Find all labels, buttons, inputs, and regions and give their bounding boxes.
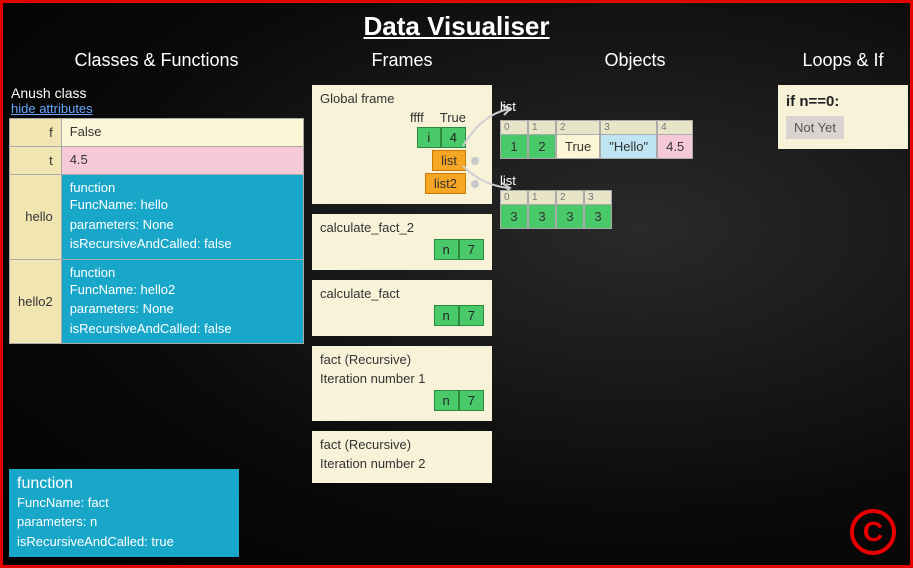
- var-val: 7: [459, 390, 484, 411]
- function-line: parameters: None: [70, 299, 295, 319]
- function-line: isRecursiveAndCalled: false: [70, 319, 295, 339]
- var-key: i: [417, 127, 441, 148]
- hide-attributes-link[interactable]: hide attributes: [9, 101, 304, 116]
- attr-value: 4.5: [61, 147, 303, 175]
- function-line: isRecursiveAndCalled: true: [17, 532, 231, 552]
- frame-subtitle: Iteration number 1: [320, 371, 484, 386]
- frame-head-left: ffff: [410, 110, 424, 125]
- attr-key: f: [10, 119, 62, 147]
- objects-column: Objects list 01 12 2True 3"Hello" 44.5 l…: [500, 46, 770, 247]
- list-value: 2: [529, 135, 555, 158]
- function-label: function: [70, 265, 295, 280]
- list-index: 2: [557, 121, 599, 135]
- attr-value: False: [61, 119, 303, 147]
- function-label: function: [70, 180, 295, 195]
- function-line: FuncName: hello2: [70, 280, 295, 300]
- list-value: 4.5: [658, 135, 692, 158]
- var-key: n: [434, 390, 459, 411]
- list-value: 3: [557, 205, 583, 228]
- loop-box: if n==0: Not Yet: [778, 85, 908, 149]
- function-box: function FuncName: fact parameters: n is…: [9, 469, 239, 558]
- list-object: 03 13 23 33: [500, 190, 770, 229]
- frame-box: fact (Recursive) Iteration number 2: [312, 431, 492, 483]
- loop-condition: if n==0:: [786, 93, 900, 110]
- frame-box: calculate_fact_2 n 7: [312, 214, 492, 270]
- list-index: 3: [601, 121, 656, 135]
- attr-key: t: [10, 147, 62, 175]
- loops-header: Loops & If: [778, 46, 908, 75]
- attr-value: function FuncName: hello2 parameters: No…: [61, 259, 303, 344]
- var-val: 7: [459, 305, 484, 326]
- list-object: 01 12 2True 3"Hello" 44.5: [500, 120, 770, 159]
- function-line: isRecursiveAndCalled: false: [70, 234, 295, 254]
- frame-title: fact (Recursive): [320, 437, 484, 452]
- list-label: list: [500, 99, 770, 114]
- list-value: 1: [501, 135, 527, 158]
- objects-header: Objects: [500, 46, 770, 75]
- frame-title: fact (Recursive): [320, 352, 484, 367]
- var-key: n: [434, 239, 459, 260]
- attr-key: hello: [10, 175, 62, 260]
- list-label: list: [500, 173, 770, 188]
- list-value: 3: [585, 205, 611, 228]
- loop-status: Not Yet: [786, 116, 844, 139]
- table-row: f False: [10, 119, 304, 147]
- table-row: t 4.5: [10, 147, 304, 175]
- frame-title: calculate_fact: [320, 286, 484, 301]
- class-name: Anush class: [9, 85, 304, 101]
- list-index: 0: [501, 121, 527, 135]
- loops-column: Loops & If if n==0: Not Yet: [778, 46, 908, 149]
- frame-box: fact (Recursive) Iteration number 1 n 7: [312, 346, 492, 421]
- table-row: hello2 function FuncName: hello2 paramet…: [10, 259, 304, 344]
- var-key: n: [434, 305, 459, 326]
- function-line: FuncName: fact: [17, 493, 231, 513]
- list-index: 2: [557, 191, 583, 205]
- function-line: FuncName: hello: [70, 195, 295, 215]
- class-table: f False t 4.5 hello function FuncName: h…: [9, 118, 304, 344]
- list-value: 3: [501, 205, 527, 228]
- table-row: hello function FuncName: hello parameter…: [10, 175, 304, 260]
- var-val: 7: [459, 239, 484, 260]
- list-index: 1: [529, 191, 555, 205]
- list-index: 3: [585, 191, 611, 205]
- frame-subtitle: Iteration number 2: [320, 456, 484, 471]
- list-value: "Hello": [601, 135, 656, 158]
- function-label: function: [17, 475, 231, 493]
- list-value: 3: [529, 205, 555, 228]
- classes-header: Classes & Functions: [9, 46, 304, 75]
- page-title: Data Visualiser: [3, 3, 910, 46]
- list-value: True: [557, 135, 599, 158]
- list-index: 0: [501, 191, 527, 205]
- list-index: 4: [658, 121, 692, 135]
- attr-key: hello2: [10, 259, 62, 344]
- copyright-icon: C: [850, 509, 896, 555]
- list-index: 1: [529, 121, 555, 135]
- attr-value: function FuncName: hello parameters: Non…: [61, 175, 303, 260]
- frames-header: Frames: [312, 46, 492, 75]
- frame-box: calculate_fact n 7: [312, 280, 492, 336]
- frame-title: calculate_fact_2: [320, 220, 484, 235]
- function-line: parameters: n: [17, 512, 231, 532]
- function-line: parameters: None: [70, 215, 295, 235]
- classes-column: Classes & Functions Anush class hide att…: [9, 46, 304, 344]
